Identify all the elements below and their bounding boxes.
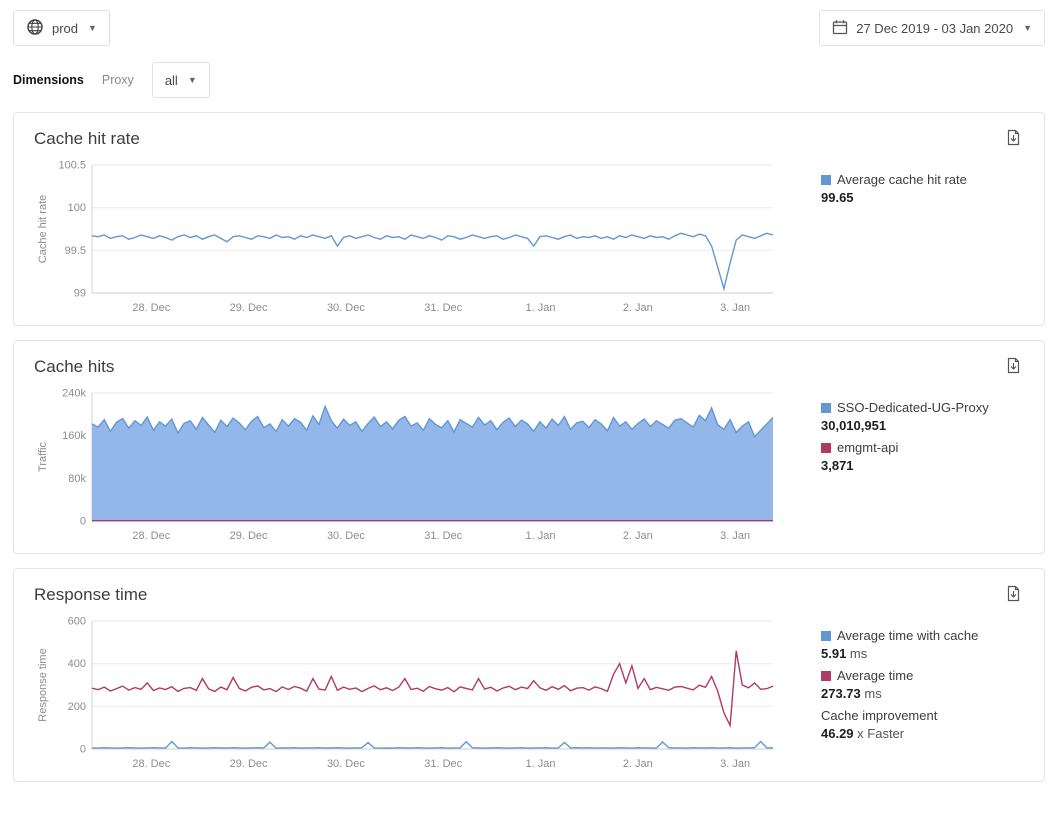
chart-plot: 99 99.5 100 100.5 28. Dec 29. Dec 30. Dec 31. D… [34,157,781,317]
svg-text:99: 99 [74,288,86,300]
svg-text:2. Jan: 2. Jan [623,302,653,314]
legend-label: Average cache hit rate [837,172,967,188]
svg-text:80k: 80k [68,473,86,485]
legend-swatch [821,175,831,185]
svg-text:240k: 240k [62,388,86,400]
legend-label: Average time [837,668,913,684]
charts-container: Cache hit rate 99 99.5 100 100.5 28. Dec 29. … [0,112,1058,782]
dimensions-bar: Dimensions Proxy all ▼ [0,46,1058,106]
svg-text:31. Dec: 31. Dec [424,302,462,314]
date-range-picker[interactable]: 27 Dec 2019 - 03 Jan 2020 ▼ [819,10,1045,46]
legend-swatch [821,403,831,413]
svg-text:28. Dec: 28. Dec [132,530,170,542]
date-range-label: 27 Dec 2019 - 03 Jan 2020 [856,21,1013,36]
proxy-label: Proxy [102,73,134,87]
legend-item: SSO-Dedicated-UG-Proxy [821,400,1024,416]
svg-text:1. Jan: 1. Jan [526,758,556,770]
proxy-select-value: all [165,73,178,88]
top-toolbar: prod ▼ 27 Dec 2019 - 03 Jan 2020 ▼ [0,0,1058,46]
svg-text:3. Jan: 3. Jan [720,302,750,314]
svg-text:0: 0 [80,516,86,528]
chart-title: Cache hits [34,357,114,377]
chart-legend: Average cache hit rate 99.65 [781,157,1024,212]
svg-text:1. Jan: 1. Jan [526,302,556,314]
chart-card: Cache hit rate 99 99.5 100 100.5 28. Dec 29. … [13,112,1045,326]
svg-text:200: 200 [68,701,86,713]
chart-title: Cache hit rate [34,129,140,149]
svg-text:100: 100 [68,202,86,214]
svg-text:160k: 160k [62,430,86,442]
chart-plot: 0 200 400 600 28. Dec 29. Dec 30. Dec 31. Dec 1.… [34,613,781,773]
svg-text:99.5: 99.5 [65,245,86,257]
chart-plot: 0 80k 160k 240k 28. Dec 29. Dec 30. Dec 31. Dec… [34,385,781,545]
chevron-down-icon: ▼ [188,75,197,85]
legend-label: Cache improvement [821,708,937,724]
chart-card: Response time 0 200 400 600 28. Dec 29. Dec 30… [13,568,1045,782]
chart-legend: SSO-Dedicated-UG-Proxy 30,010,951 emgmt-ap… [781,385,1024,480]
svg-text:31. Dec: 31. Dec [424,530,462,542]
export-report-icon[interactable] [1003,355,1024,381]
legend-item: Average time with cache [821,628,1024,644]
legend-item: Average cache hit rate [821,172,1024,188]
chart-card: Cache hits 0 80k 160k 240k 28. Dec 29. Dec 30.… [13,340,1045,554]
legend-label: emgmt-api [837,440,898,456]
svg-text:Response time: Response time [37,648,49,721]
svg-text:28. Dec: 28. Dec [132,302,170,314]
chart-legend: Average time with cache 5.91 ms Average ti… [781,613,1024,748]
legend-value: 99.65 [821,190,1024,206]
svg-text:0: 0 [80,744,86,756]
export-report-icon[interactable] [1003,127,1024,153]
legend-value: 273.73 ms [821,686,1024,702]
dimensions-label: Dimensions [13,73,84,87]
chart-title: Response time [34,585,147,605]
legend-item: emgmt-api [821,440,1024,456]
svg-text:2. Jan: 2. Jan [623,530,653,542]
svg-text:400: 400 [68,658,86,670]
proxy-select[interactable]: all ▼ [152,62,210,98]
env-label: prod [52,21,78,36]
globe-icon [26,18,44,39]
svg-text:31. Dec: 31. Dec [424,758,462,770]
svg-text:1. Jan: 1. Jan [526,530,556,542]
svg-text:600: 600 [68,616,86,628]
legend-swatch [821,631,831,641]
env-selector[interactable]: prod ▼ [13,10,110,46]
legend-label: Average time with cache [837,628,978,644]
svg-text:Traffic: Traffic [37,442,49,472]
svg-text:29. Dec: 29. Dec [230,302,268,314]
svg-text:100.5: 100.5 [58,160,86,172]
svg-text:Cache hit rate: Cache hit rate [37,195,49,263]
svg-text:28. Dec: 28. Dec [132,758,170,770]
svg-text:2. Jan: 2. Jan [623,758,653,770]
legend-value: 5.91 ms [821,646,1024,662]
svg-text:3. Jan: 3. Jan [720,530,750,542]
svg-text:30. Dec: 30. Dec [327,758,365,770]
calendar-icon [832,19,848,38]
legend-item: Average time [821,668,1024,684]
svg-text:30. Dec: 30. Dec [327,302,365,314]
legend-value: 3,871 [821,458,1024,474]
legend-value: 30,010,951 [821,418,1024,434]
legend-value: 46.29 x Faster [821,726,1024,742]
svg-text:30. Dec: 30. Dec [327,530,365,542]
svg-text:29. Dec: 29. Dec [230,530,268,542]
chevron-down-icon: ▼ [1023,23,1032,33]
svg-text:3. Jan: 3. Jan [720,758,750,770]
legend-item: Cache improvement [821,708,1024,724]
chevron-down-icon: ▼ [88,23,97,33]
svg-text:29. Dec: 29. Dec [230,758,268,770]
legend-label: SSO-Dedicated-UG-Proxy [837,400,989,416]
legend-swatch [821,443,831,453]
legend-swatch [821,671,831,681]
export-report-icon[interactable] [1003,583,1024,609]
